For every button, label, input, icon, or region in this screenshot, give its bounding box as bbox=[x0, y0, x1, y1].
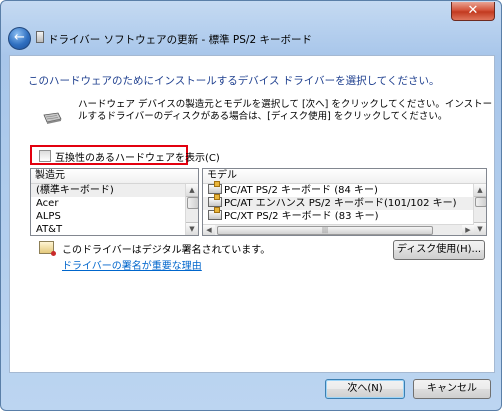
driver-icon bbox=[208, 194, 222, 207]
close-button[interactable]: ✕ bbox=[451, 2, 495, 21]
dialog-window: ✕ ← ドライバー ソフトウェアの更新 - 標準 PS/2 キーボード このハー… bbox=[0, 0, 502, 411]
signature-status: このドライバーはデジタル署名されています。 bbox=[62, 245, 271, 256]
next-button[interactable]: 次へ(N) bbox=[325, 379, 405, 399]
device-icon bbox=[36, 31, 44, 43]
list-item[interactable]: PC/AT PS/2 キーボード (84 キー) bbox=[203, 181, 474, 197]
scroll-thumb[interactable] bbox=[187, 197, 198, 209]
scroll-thumb[interactable] bbox=[475, 197, 486, 207]
scroll-down-icon[interactable]: ▼ bbox=[186, 222, 198, 235]
back-arrow-icon[interactable]: ← bbox=[8, 27, 31, 50]
driver-icon bbox=[208, 207, 222, 220]
scroll-left-icon[interactable]: ◀ bbox=[203, 225, 215, 235]
scroll-up-icon[interactable]: ▲ bbox=[474, 184, 486, 197]
list-item[interactable]: PC/XT PS/2 キーボード (83 キー) bbox=[203, 207, 474, 223]
scroll-thumb[interactable]: ||| bbox=[217, 226, 433, 235]
list-item[interactable]: (標準キーボード) bbox=[31, 184, 186, 197]
model-listbox[interactable]: モデル PC/AT PS/2 キーボード (84 キー) PC/AT エンハンス… bbox=[202, 168, 487, 236]
scroll-right-icon[interactable]: ▶ bbox=[462, 225, 474, 235]
instruction-text: ハードウェア デバイスの製造元とモデルを選択して [次へ] をクリックしてくださ… bbox=[78, 99, 493, 122]
manufacturer-listbox[interactable]: 製造元 (標準キーボード) Acer ALPS AT&T ▲ ▼ bbox=[30, 168, 199, 236]
content-panel: このハードウェアのためにインストールするデバイス ドライバーを選択してください。… bbox=[9, 55, 495, 373]
list-item[interactable]: Acer bbox=[31, 197, 186, 210]
driver-icon bbox=[208, 181, 222, 194]
list-item[interactable]: AT&T bbox=[31, 223, 186, 235]
compatible-hardware-checkbox[interactable] bbox=[39, 150, 51, 162]
compatible-hardware-option[interactable]: 互換性のあるハードウェアを表示(C) bbox=[30, 145, 220, 165]
cancel-button[interactable]: キャンセル bbox=[413, 379, 491, 399]
have-disk-button[interactable]: ディスク使用(H)... bbox=[393, 240, 485, 260]
list-item[interactable]: ALPS bbox=[31, 210, 186, 223]
certificate-icon bbox=[39, 241, 56, 256]
manufacturer-header: 製造元 bbox=[31, 169, 198, 184]
signing-info-link[interactable]: ドライバーの署名が重要な理由 bbox=[62, 257, 202, 272]
page-heading: このハードウェアのためにインストールするデバイス ドライバーを選択してください。 bbox=[28, 75, 440, 87]
manufacturer-scrollbar[interactable]: ▲ ▼ bbox=[185, 184, 198, 235]
compatible-hardware-label: 互換性のあるハードウェアを表示(C) bbox=[55, 153, 220, 164]
model-header: モデル bbox=[203, 169, 486, 184]
window-title: ドライバー ソフトウェアの更新 - 標準 PS/2 キーボード bbox=[48, 34, 312, 46]
scroll-down-icon[interactable]: ▼ bbox=[474, 222, 486, 235]
model-horizontal-scrollbar[interactable]: ◀ ||| ▶ bbox=[203, 224, 474, 235]
keyboard-hardware-icon bbox=[43, 112, 62, 124]
model-scrollbar[interactable]: ▲ ▼ bbox=[473, 184, 486, 235]
scroll-up-icon[interactable]: ▲ bbox=[186, 184, 198, 197]
list-item[interactable]: PC/AT エンハンス PS/2 キーボード(101/102 キー) bbox=[203, 194, 474, 210]
